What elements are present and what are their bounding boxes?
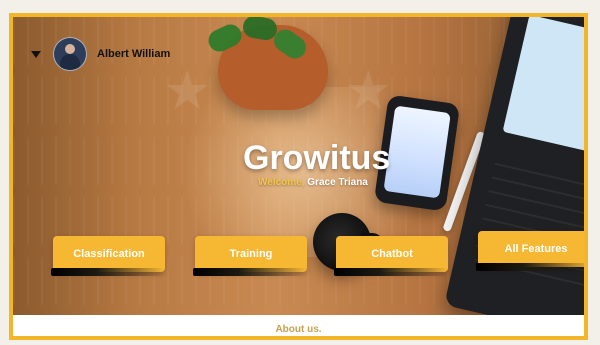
classification-button[interactable]: Classification [53,236,165,272]
all-features-button-label: All Features [504,243,568,255]
button-underline [51,268,165,276]
user-avatar-icon[interactable] [53,37,87,71]
training-button-label: Training [229,248,273,260]
all-features-button[interactable]: All Features [478,231,584,267]
button-underline [334,268,448,276]
welcome-name: Grace Triana [307,177,368,188]
button-underline [476,263,584,271]
chatbot-button[interactable]: Chatbot [336,236,448,272]
avatar-head [65,44,75,54]
screen-frame: ★ 10 ★ Albert William Growitus [0,0,600,345]
chevron-down-icon[interactable] [31,50,41,58]
about-us-link[interactable]: About us. [275,324,321,335]
footer-bar: About us. [13,315,584,336]
laptop-screen [502,17,584,159]
welcome-prefix: Welcome, [258,177,305,188]
phone-screen [383,105,451,199]
chatbot-button-label: Chatbot [371,248,413,260]
app-window: ★ 10 ★ Albert William Growitus [9,13,588,340]
welcome-message: Welcome, Grace Triana [258,177,368,188]
training-button[interactable]: Training [195,236,307,272]
avatar-body [60,54,80,70]
user-header: Albert William [31,36,170,72]
button-underline [193,268,307,276]
app-title: Growitus [243,139,391,177]
user-name: Albert William [97,48,171,60]
classification-button-label: Classification [73,248,145,260]
